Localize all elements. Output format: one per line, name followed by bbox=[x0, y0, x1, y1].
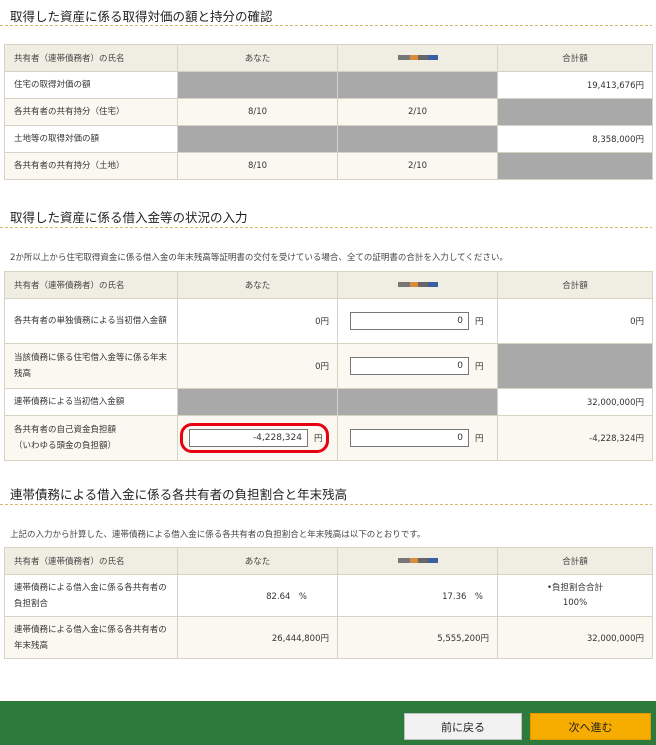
other-input-cell: 円 bbox=[337, 415, 498, 461]
other-year-end-balance-input[interactable] bbox=[350, 357, 469, 375]
section2-table: 共有者（連帯債務者）の氏名 あなた 合計額 各共有者の単独債務による当初借入金額… bbox=[4, 271, 653, 461]
table-row: 各共有者の共有持分（土地） 8/10 2/10 bbox=[4, 152, 653, 180]
table-row: 当該債務に係る住宅借入金等に係る年末残高 0円 円 bbox=[4, 343, 653, 389]
you-value: 0円 bbox=[177, 343, 338, 389]
header-total: 合計額 bbox=[497, 547, 653, 575]
section3-note: 上記の入力から計算した、連帯債務による借入金に係る各共有者の負担割合と年末残高は… bbox=[10, 530, 426, 540]
other-value: 2/10 bbox=[337, 152, 498, 180]
other-input-cell: 円 bbox=[337, 298, 498, 344]
table-header-row: 共有者（連帯債務者）の氏名 あなた 合計額 bbox=[4, 271, 653, 299]
table-row: 連帯債務による当初借入金額 32,000,000円 bbox=[4, 388, 653, 416]
you-value: 26,444,800円 bbox=[177, 616, 338, 659]
table-row: 住宅の取得対価の額 19,413,676円 bbox=[4, 71, 653, 99]
footer-bar: 前に戻る 次へ進む bbox=[0, 701, 656, 745]
gray-cell bbox=[497, 343, 653, 389]
you-value: 8/10 bbox=[177, 152, 338, 180]
gray-cell bbox=[497, 152, 653, 180]
section1-title: 取得した資産に係る取得対価の額と持分の確認 bbox=[10, 9, 273, 24]
table-header-row: 共有者（連帯債務者）の氏名 あなた 合計額 bbox=[4, 547, 653, 575]
other-input-cell: 円 bbox=[337, 343, 498, 389]
total-value: 19,413,676円 bbox=[497, 71, 653, 99]
gray-cell bbox=[337, 388, 498, 416]
section2-note: 2か所以上から住宅取得資金に係る借入金の年末残高等証明書の交付を受けている場合、… bbox=[10, 253, 508, 263]
row-label: 各共有者の自己資金負担額 （いわゆる頭金の負担額） bbox=[4, 415, 178, 461]
input-wrap: 円 bbox=[350, 312, 489, 330]
row-label: 連帯債務による借入金に係る各共有者の負担割合 bbox=[4, 574, 178, 617]
highlight-outline: 円 bbox=[180, 423, 329, 453]
total-value: 32,000,000円 bbox=[497, 616, 653, 659]
header-total: 合計額 bbox=[497, 44, 653, 72]
other-value: 5,555,200円 bbox=[337, 616, 498, 659]
row-label: 各共有者の共有持分（土地） bbox=[4, 152, 178, 180]
table-header-row: 共有者（連帯債務者）の氏名 あなた 合計額 bbox=[4, 44, 653, 72]
gray-cell bbox=[177, 71, 338, 99]
gray-cell bbox=[337, 71, 498, 99]
total-value: 8,358,000円 bbox=[497, 125, 653, 153]
you-input-cell: 円 bbox=[177, 415, 338, 461]
unit-label: 円 bbox=[475, 317, 484, 327]
section1-table: 共有者（連帯債務者）の氏名 あなた 合計額 住宅の取得対価の額 19,413,6… bbox=[4, 44, 653, 180]
total-value: 32,000,000円 bbox=[497, 388, 653, 416]
other-value: 2/10 bbox=[337, 98, 498, 126]
section3-rule bbox=[0, 504, 652, 505]
gray-cell bbox=[177, 388, 338, 416]
header-other-coowner bbox=[337, 44, 498, 72]
section2-title: 取得した資産に係る借入金等の状況の入力 bbox=[10, 210, 248, 225]
header-you: あなた bbox=[177, 547, 338, 575]
gray-cell bbox=[177, 125, 338, 153]
input-wrap: 円 bbox=[350, 429, 489, 447]
section1-rule bbox=[0, 25, 652, 26]
header-other-coowner bbox=[337, 547, 498, 575]
section3-title: 連帯債務による借入金に係る各共有者の負担割合と年末残高 bbox=[10, 487, 348, 502]
total-ratio-label: •負担割合合計 bbox=[546, 582, 603, 593]
row-label: 連帯債務による借入金に係る各共有者の年末残高 bbox=[4, 616, 178, 659]
header-other-coowner bbox=[337, 271, 498, 299]
total-value: 0円 bbox=[497, 298, 653, 344]
table-row: 連帯債務による借入金に係る各共有者の年末残高 26,444,800円 5,555… bbox=[4, 616, 653, 659]
other-value: 17.36 % bbox=[337, 574, 498, 617]
you-value: 82.64 % bbox=[177, 574, 338, 617]
back-button[interactable]: 前に戻る bbox=[404, 713, 522, 740]
header-coowner-name: 共有者（連帯債務者）の氏名 bbox=[4, 44, 178, 72]
next-button[interactable]: 次へ進む bbox=[530, 713, 651, 740]
other-own-funds-input[interactable] bbox=[350, 429, 469, 447]
gray-cell bbox=[337, 125, 498, 153]
section2-rule bbox=[0, 227, 652, 228]
header-you: あなた bbox=[177, 44, 338, 72]
total-value: -4,228,324円 bbox=[497, 415, 653, 461]
unit-label: 円 bbox=[475, 362, 484, 372]
input-wrap: 円 bbox=[350, 357, 489, 375]
table-row: 各共有者の単独債務による当初借入金額 0円 円 0円 bbox=[4, 298, 653, 344]
header-coowner-name: 共有者（連帯債務者）の氏名 bbox=[4, 547, 178, 575]
header-you: あなた bbox=[177, 271, 338, 299]
you-value: 0円 bbox=[177, 298, 338, 344]
gray-cell bbox=[497, 98, 653, 126]
other-initial-loan-input[interactable] bbox=[350, 312, 469, 330]
row-label: 連帯債務による当初借入金額 bbox=[4, 388, 178, 416]
redacted-name bbox=[397, 558, 438, 563]
row-label: 当該債務に係る住宅借入金等に係る年末残高 bbox=[4, 343, 178, 389]
unit-label: 円 bbox=[475, 434, 484, 444]
row-label: 各共有者の共有持分（住宅） bbox=[4, 98, 178, 126]
row-label: 各共有者の単独債務による当初借入金額 bbox=[4, 298, 178, 344]
redacted-name bbox=[397, 55, 438, 60]
row-label: 住宅の取得対価の額 bbox=[4, 71, 178, 99]
unit-label: 円 bbox=[314, 434, 323, 444]
table-row: 各共有者の自己資金負担額 （いわゆる頭金の負担額） 円 円 -4,228,324… bbox=[4, 415, 653, 461]
redacted-name bbox=[397, 282, 438, 287]
table-row: 各共有者の共有持分（住宅） 8/10 2/10 bbox=[4, 98, 653, 126]
table-row: 連帯債務による借入金に係る各共有者の負担割合 82.64 % 17.36 % •… bbox=[4, 574, 653, 617]
header-coowner-name: 共有者（連帯債務者）の氏名 bbox=[4, 271, 178, 299]
you-value: 8/10 bbox=[177, 98, 338, 126]
header-total: 合計額 bbox=[497, 271, 653, 299]
total-ratio-cell: •負担割合合計 100% bbox=[497, 574, 653, 617]
row-label: 土地等の取得対価の額 bbox=[4, 125, 178, 153]
total-ratio-value: 100% bbox=[562, 597, 588, 608]
table-row: 土地等の取得対価の額 8,358,000円 bbox=[4, 125, 653, 153]
you-own-funds-input[interactable] bbox=[189, 429, 308, 447]
section3-table: 共有者（連帯債務者）の氏名 あなた 合計額 連帯債務による借入金に係る各共有者の… bbox=[4, 547, 653, 659]
